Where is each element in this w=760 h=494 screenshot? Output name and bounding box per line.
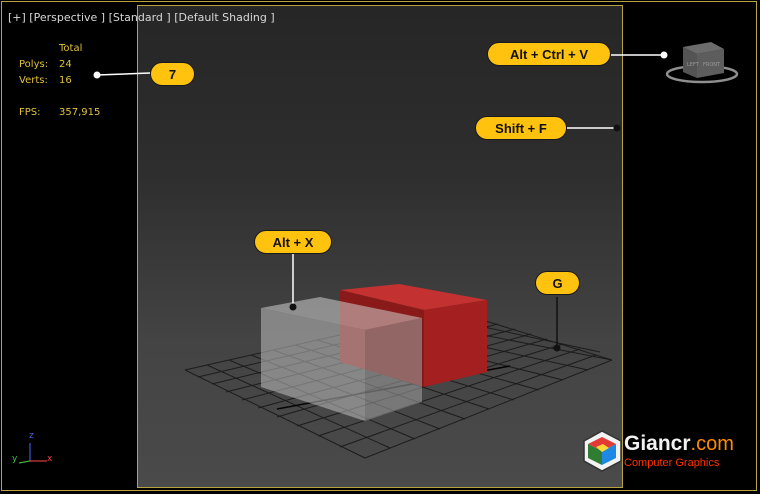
brand-name: Giancr	[624, 432, 691, 455]
callout-hotkey-shift-f: Shift + F	[475, 116, 567, 140]
svg-text:FRONT: FRONT	[703, 62, 721, 68]
scene-svg: LEFT FRONT	[18, 42, 739, 472]
callout-hotkey-g: G	[535, 271, 580, 295]
3d-viewport[interactable]: [+] [Perspective ] [Standard ] [Default …	[0, 0, 760, 494]
brand-suffix: .com	[690, 433, 734, 455]
axis-tripod-icon	[18, 443, 47, 464]
axis-y-label: y	[12, 454, 18, 464]
brand-tagline: Computer Graphics	[624, 457, 720, 469]
callout-leaders	[96, 54, 664, 307]
callout-hotkey-alt-ctrl-v: Alt + Ctrl + V	[487, 42, 611, 66]
axis-x-label: x	[47, 454, 53, 464]
giancr-logo-icon	[583, 430, 622, 472]
brand-logo-text: Giancr.com Computer Graphics	[624, 432, 734, 470]
see-through-box-object	[261, 297, 422, 421]
svg-text:LEFT: LEFT	[687, 62, 700, 68]
viewcube-icon: LEFT FRONT	[665, 42, 739, 84]
callout-hotkey-7: 7	[150, 62, 195, 86]
axis-z-label: z	[29, 431, 34, 441]
callout-hotkey-alt-x: Alt + X	[254, 230, 332, 254]
